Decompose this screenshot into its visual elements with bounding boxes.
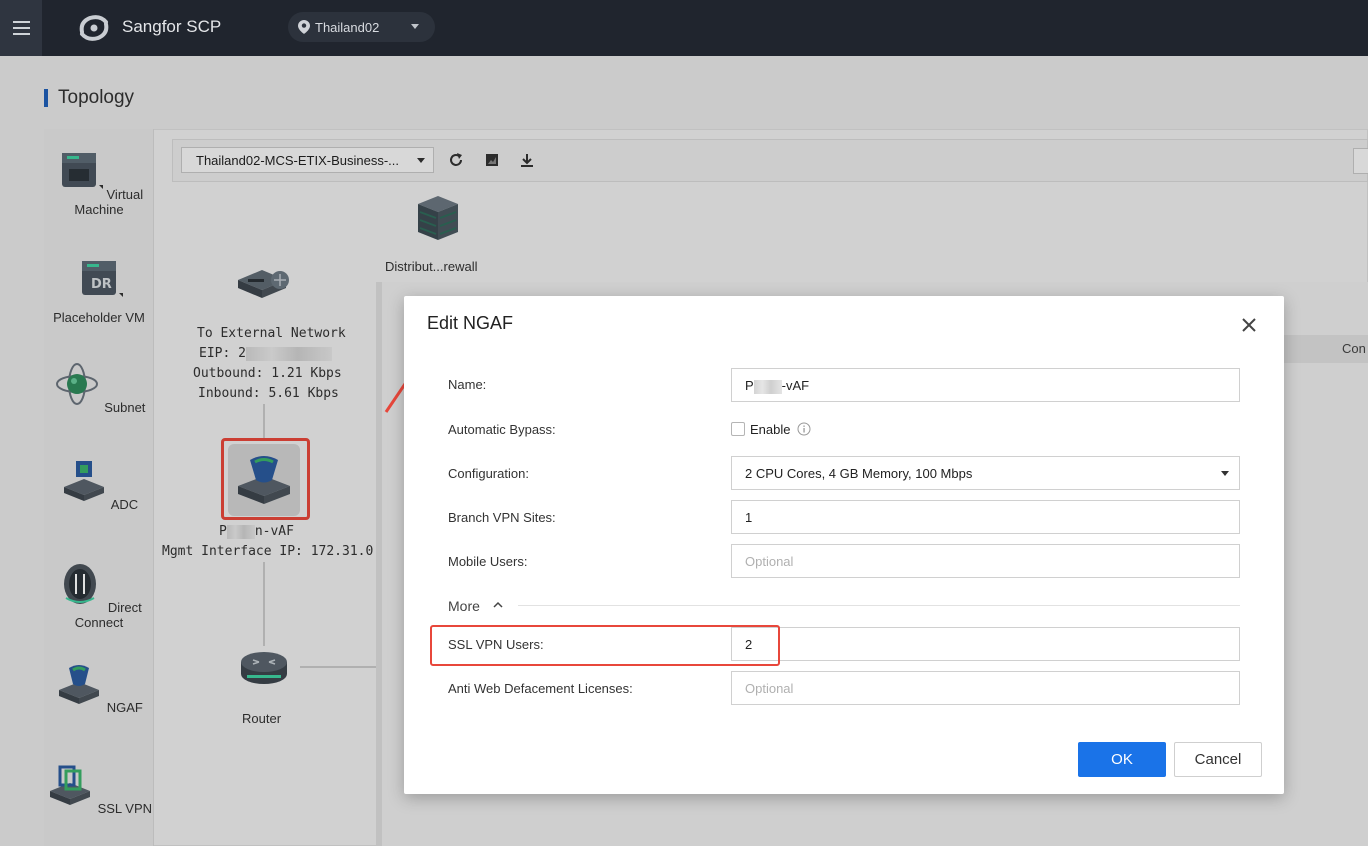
dialog-title: Edit NGAF [427,313,514,333]
more-toggle[interactable]: More [448,598,480,614]
branch-vpn-sites-label: Branch VPN Sites: [448,510,556,525]
mobile-users-label: Mobile Users: [448,554,528,569]
redacted-name [753,379,782,394]
close-icon[interactable] [1239,315,1259,335]
section-divider [518,605,1240,606]
hamburger-menu-icon[interactable] [0,0,42,56]
brand-name: Sangfor SCP [122,17,222,36]
chevron-down-icon [1221,471,1229,476]
top-navigation-bar: Sangfor SCP Thailand02 [0,0,1368,56]
chevron-up-icon[interactable] [492,599,504,611]
automatic-bypass-checkbox[interactable] [731,422,745,436]
name-label: Name: [448,377,487,392]
location-pin-icon [298,20,310,34]
cancel-button[interactable]: Cancel [1174,742,1262,777]
region-selector[interactable]: Thailand02 [288,12,435,42]
edit-ngaf-dialog: Edit NGAF Name: P -vAF Automatic Bypass: … [404,296,1284,794]
name-input[interactable]: P -vAF [731,368,1240,402]
ok-button[interactable]: OK [1078,742,1166,777]
enable-label: Enable [750,422,791,437]
configuration-label: Configuration: [448,466,529,481]
mobile-users-input[interactable] [731,544,1240,578]
chevron-down-icon [411,24,419,29]
anti-web-defacement-label: Anti Web Defacement Licenses: [448,681,633,696]
ssl-vpn-users-annotation [430,625,780,666]
anti-web-defacement-input[interactable] [731,671,1240,705]
automatic-bypass-label: Automatic Bypass: [448,422,556,437]
branch-vpn-sites-input[interactable]: 1 [731,500,1240,534]
ssl-vpn-users-input[interactable]: 2 [731,627,1240,661]
configuration-select[interactable]: 2 CPU Cores, 4 GB Memory, 100 Mbps [731,456,1240,490]
region-name: Thailand02 [315,19,380,35]
sangfor-logo-icon [79,15,109,41]
info-icon[interactable] [797,422,811,436]
